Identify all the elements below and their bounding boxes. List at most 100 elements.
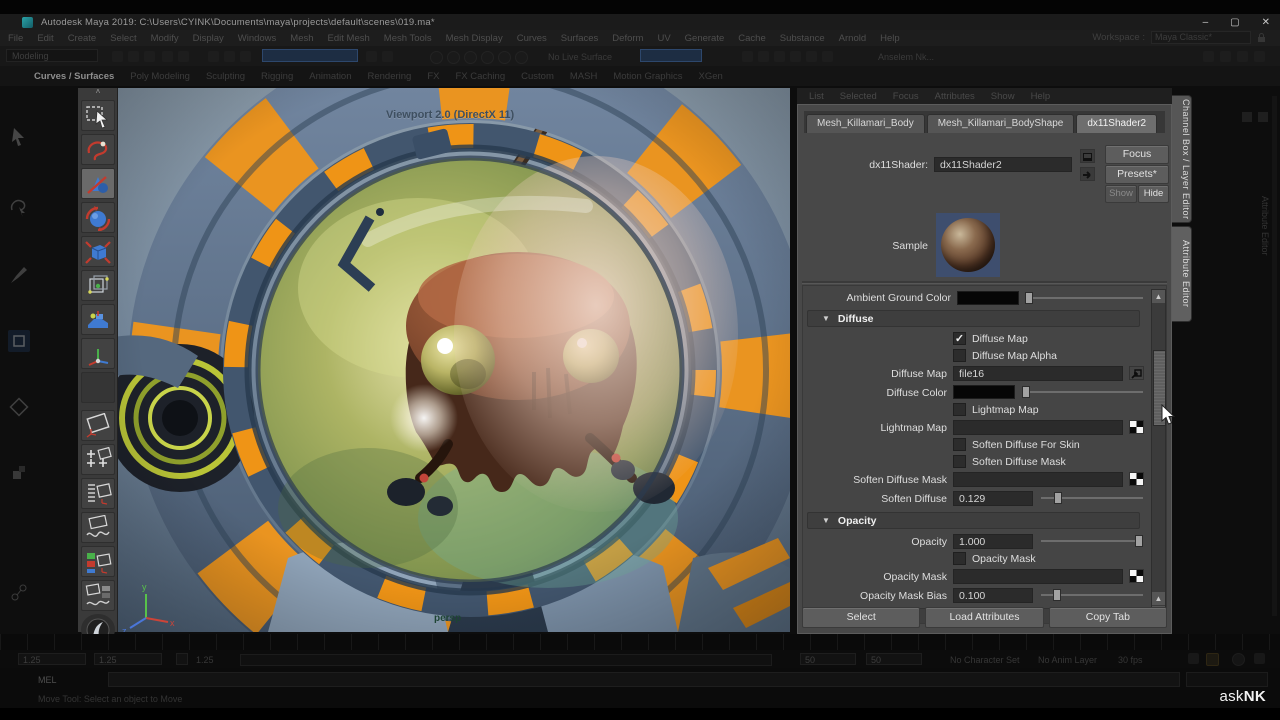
ambient-ground-color-slider[interactable] [1025, 291, 1143, 304]
undo-icon[interactable] [162, 51, 173, 62]
diffuse-section-header[interactable]: ▼ Diffuse [807, 310, 1140, 327]
anim-start-field[interactable]: 1.25 [18, 653, 86, 665]
opacity-mask-texture-icon[interactable] [1129, 569, 1144, 583]
menu-arnold[interactable]: Arnold [839, 33, 866, 44]
shelf-tab-fx[interactable]: FX [427, 71, 439, 82]
single-pane-layout-button[interactable] [81, 410, 115, 441]
lightmap-map-texture-icon[interactable] [1129, 420, 1144, 434]
fps-dropdown[interactable]: 30 fps [1118, 655, 1143, 665]
window-scrollbar[interactable] [1272, 96, 1277, 616]
shelf-tab-fx-caching[interactable]: FX Caching [455, 71, 505, 82]
ae-menu-list[interactable]: List [809, 91, 824, 102]
opacity-field[interactable]: 1.000 [953, 534, 1033, 549]
time-slider[interactable] [0, 634, 1280, 650]
shelf-tab-mash[interactable]: MASH [570, 71, 597, 82]
perspective-viewport[interactable]: y x z Viewport 2.0 (DirectX 11) persp [118, 88, 790, 632]
select-mask-icon-2[interactable] [447, 51, 460, 64]
sidebar-toggle-icon-1[interactable] [1203, 51, 1214, 62]
menu-surfaces[interactable]: Surfaces [561, 33, 599, 44]
scroll-up-icon[interactable]: ▲ [1152, 290, 1165, 303]
range-checkbox[interactable] [176, 653, 188, 665]
lightmap-map-checkbox-row[interactable]: Lightmap Map [953, 403, 1039, 416]
new-scene-icon[interactable] [112, 51, 123, 62]
sidebar-toggle-icon-2[interactable] [1220, 51, 1231, 62]
save-scene-icon[interactable] [144, 51, 155, 62]
select-tool[interactable] [81, 100, 115, 131]
lock-selection-icon[interactable] [366, 51, 377, 62]
workspace-dropdown[interactable]: Maya Classic* [1151, 31, 1251, 44]
shelf-tab-rendering[interactable]: Rendering [368, 71, 412, 82]
shelf-tab-xgen[interactable]: XGen [698, 71, 722, 82]
menu-select[interactable]: Select [110, 33, 136, 44]
show-button[interactable]: Show [1105, 185, 1137, 203]
soften-diffuse-slider[interactable] [1041, 491, 1143, 504]
diffuse-map-checkbox[interactable]: ✓ [953, 332, 966, 345]
attribute-editor-tab[interactable]: Attribute Editor [1172, 226, 1192, 322]
opacity-mask-bias-field[interactable]: 0.100 [953, 588, 1033, 603]
ae-menu-selected[interactable]: Selected [840, 91, 877, 102]
tab-mesh-killamari-body[interactable]: Mesh_Killamari_Body [806, 114, 925, 133]
maximize-button[interactable]: ▢ [1230, 17, 1239, 28]
soften-diffuse-for-skin-checkbox[interactable] [953, 438, 966, 451]
search-input[interactable] [640, 49, 702, 62]
menu-edit[interactable]: Edit [37, 33, 53, 44]
sidebar-toggle-icon-4[interactable] [1254, 51, 1265, 62]
soften-diffuse-for-skin-checkbox-row[interactable]: Soften Diffuse For Skin [953, 438, 1080, 451]
opacity-mask-bias-slider[interactable] [1041, 588, 1143, 601]
soften-diffuse-mask-checkbox[interactable] [953, 455, 966, 468]
opacity-mask-field[interactable] [953, 569, 1123, 584]
shelf-tab-poly-modeling[interactable]: Poly Modeling [130, 71, 190, 82]
anim-layer-dropdown[interactable]: No Anim Layer [1038, 655, 1097, 665]
sidebar-toggle-icon-3[interactable] [1237, 51, 1248, 62]
ae-menu-focus[interactable]: Focus [893, 91, 919, 102]
show-manipulator-tool[interactable] [81, 338, 115, 369]
menu-deform[interactable]: Deform [612, 33, 643, 44]
diffuse-map-output-icon[interactable] [1129, 366, 1144, 380]
select-mask-icon-1[interactable] [430, 51, 443, 64]
loop-playback-icon[interactable] [1188, 653, 1199, 664]
tab-dx11shader2[interactable]: dx11Shader2 [1076, 114, 1157, 133]
menu-substance[interactable]: Substance [780, 33, 825, 44]
menu-file[interactable]: File [8, 33, 23, 44]
snap-curve-icon[interactable] [224, 51, 235, 62]
soft-modification-tool[interactable] [81, 304, 115, 335]
last-tool-slot[interactable] [81, 372, 115, 403]
output-connection-icon[interactable] [1080, 167, 1095, 181]
focus-button[interactable]: Focus [1105, 145, 1169, 164]
diffuse-color-slider[interactable] [1022, 385, 1143, 398]
shader-name-field[interactable]: dx11Shader2 [934, 157, 1072, 172]
diffuse-map-alpha-checkbox-row[interactable]: Diffuse Map Alpha [953, 349, 1057, 362]
soften-diffuse-field[interactable]: 0.129 [953, 491, 1033, 506]
diffuse-map-field[interactable]: file16 [953, 366, 1123, 381]
soften-diffuse-mask-texture-icon[interactable] [1129, 472, 1144, 486]
opacity-section-header[interactable]: ▼ Opacity [807, 512, 1140, 529]
menu-windows[interactable]: Windows [238, 33, 277, 44]
shelf-tab-rigging[interactable]: Rigging [261, 71, 293, 82]
load-attributes-button[interactable]: Load Attributes [925, 607, 1043, 628]
select-button[interactable]: Select [802, 607, 920, 628]
render-icon-1[interactable] [742, 51, 753, 62]
persp-graph-layout-button[interactable] [81, 512, 115, 543]
menu-generate[interactable]: Generate [685, 33, 725, 44]
menu-mesh[interactable]: Mesh [290, 33, 313, 44]
snap-grid-icon[interactable] [208, 51, 219, 62]
mel-input[interactable] [108, 672, 1180, 687]
menu-cache[interactable]: Cache [738, 33, 765, 44]
shelf-tab-custom[interactable]: Custom [521, 71, 554, 82]
scroll-up-icon-2[interactable]: ▲ [1152, 592, 1165, 605]
hide-button[interactable]: Hide [1138, 185, 1169, 203]
persp-outliner-graph-layout-button[interactable] [81, 580, 115, 611]
mel-label[interactable]: MEL [38, 675, 57, 685]
close-button[interactable]: ✕ [1262, 17, 1270, 28]
copy-tab-button[interactable]: Copy Tab [1049, 607, 1167, 628]
attribute-scrollbar[interactable]: ▲ ▲ ▼ [1151, 289, 1166, 620]
notes-icon[interactable] [1080, 149, 1095, 163]
open-scene-icon[interactable] [128, 51, 139, 62]
lasso-tool[interactable] [81, 134, 115, 165]
hypershade-persp-layout-button[interactable] [81, 546, 115, 577]
material-sample-sphere[interactable] [941, 218, 995, 272]
shelf-tab-sculpting[interactable]: Sculpting [206, 71, 245, 82]
diffuse-map-alpha-checkbox[interactable] [953, 349, 966, 362]
menu-help[interactable]: Help [880, 33, 900, 44]
four-pane-layout-button[interactable] [81, 444, 115, 475]
